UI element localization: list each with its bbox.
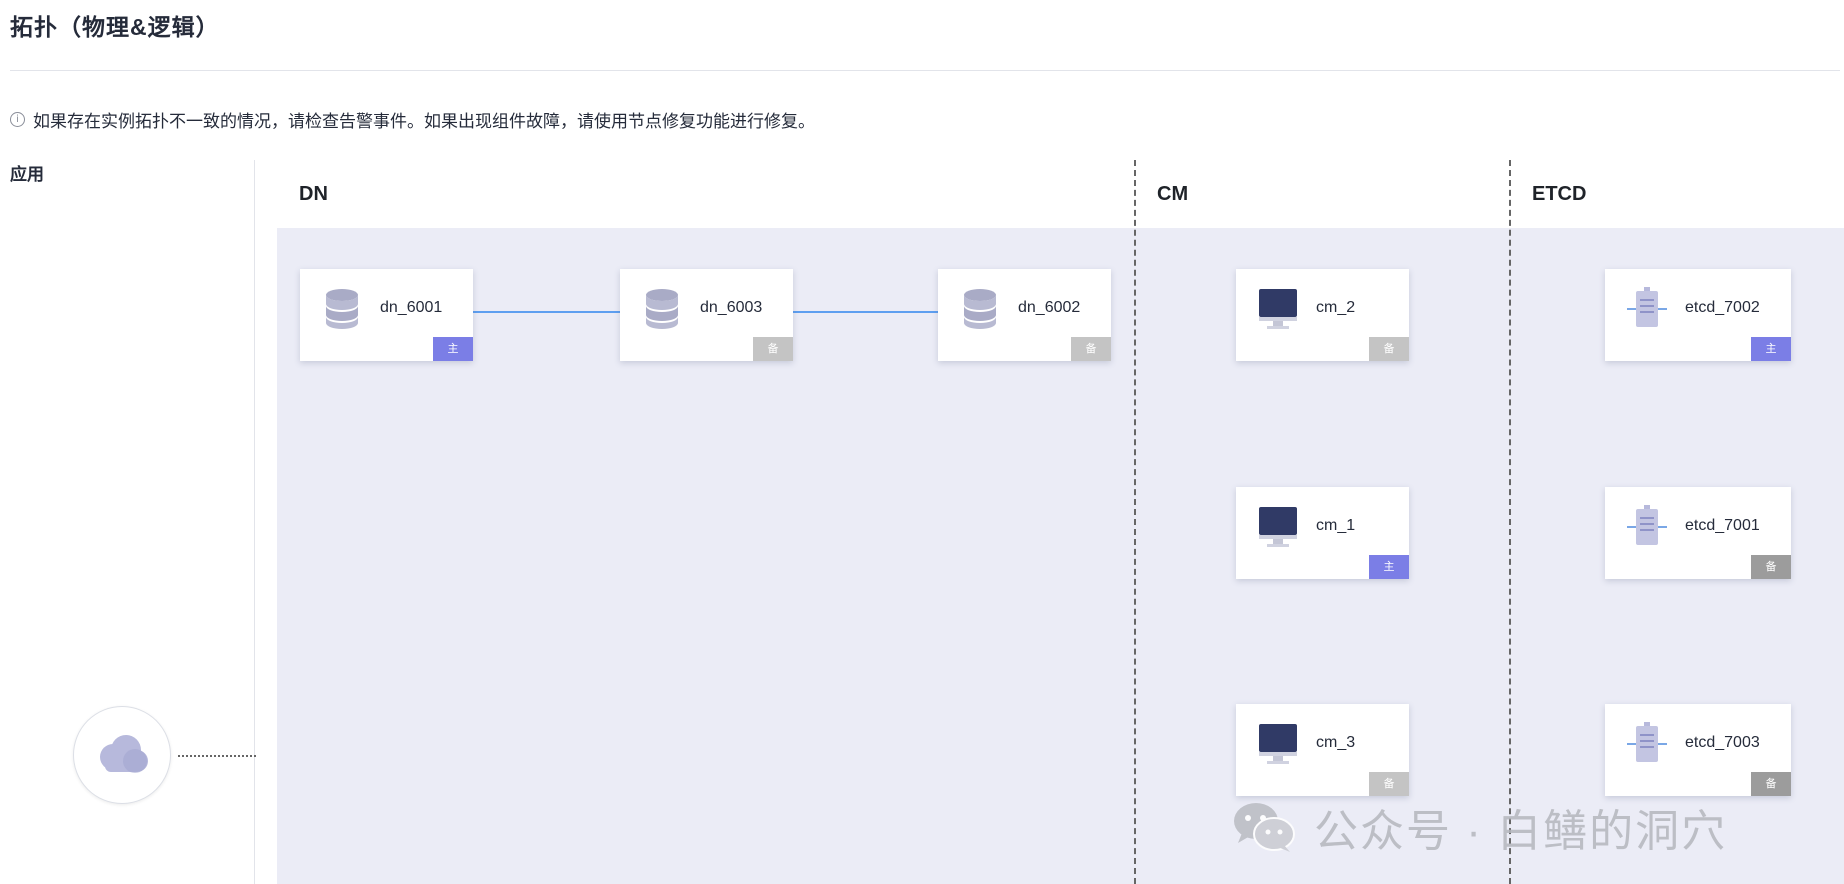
etcd-node-card[interactable]: etcd_7003 备 (1605, 704, 1791, 796)
role-badge-standby: 备 (1751, 772, 1791, 796)
role-badge-primary: 主 (1369, 555, 1409, 579)
cm-node-card[interactable]: cm_3 备 (1236, 704, 1409, 796)
lane-separator-etcd (1509, 160, 1511, 884)
role-badge-standby: 备 (1369, 772, 1409, 796)
info-icon: i (10, 112, 25, 127)
lane-title-cm: CM (1157, 183, 1189, 205)
notice-banner: i 如果存在实例拓扑不一致的情况，请检查告警事件。如果出现组件故障，请使用节点修… (10, 107, 815, 132)
cm-node-card[interactable]: cm_1 主 (1236, 487, 1409, 579)
watermark: 公众号 · 白鳝的洞穴 (1232, 795, 1727, 859)
server-icon (1627, 722, 1667, 762)
cm-node-card[interactable]: cm_2 备 (1236, 269, 1409, 361)
page-title: 拓扑（物理&逻辑） (10, 14, 220, 40)
monitor-icon (1259, 289, 1297, 329)
server-icon (1627, 505, 1667, 545)
node-name: cm_1 (1316, 517, 1356, 534)
wechat-icon (1234, 803, 1295, 852)
role-badge-primary: 主 (433, 337, 473, 361)
monitor-icon (1259, 724, 1297, 764)
dn-node-card[interactable]: dn_6001 主 (300, 269, 473, 361)
node-name: dn_6002 (1018, 299, 1081, 316)
role-badge-primary: 主 (1751, 337, 1791, 361)
server-icon (1627, 287, 1667, 327)
etcd-node-card[interactable]: etcd_7002 主 (1605, 269, 1791, 361)
node-name: cm_2 (1316, 299, 1356, 316)
dn-node-card[interactable]: dn_6003 备 (620, 269, 793, 361)
node-name: etcd_7001 (1685, 517, 1760, 534)
node-name: dn_6001 (380, 299, 443, 316)
dn-node-card[interactable]: dn_6002 备 (938, 269, 1111, 361)
cloud-icon (100, 735, 148, 773)
notice-text: 如果存在实例拓扑不一致的情况，请检查告警事件。如果出现组件故障，请使用节点修复功… (33, 112, 815, 131)
node-name: cm_3 (1316, 734, 1356, 751)
app-section-label: 应用 (10, 165, 44, 184)
database-icon (646, 289, 678, 329)
etcd-node-card[interactable]: etcd_7001 备 (1605, 487, 1791, 579)
database-icon (326, 289, 358, 329)
dn-link-6003-6002 (792, 311, 938, 313)
role-badge-standby: 备 (1071, 337, 1111, 361)
lane-separator-cm (1134, 160, 1136, 884)
lane-title-dn: DN (299, 183, 328, 205)
watermark-text: 公众号 · 白鳝的洞穴 (1314, 807, 1728, 856)
database-icon (964, 289, 996, 329)
app-divider (254, 160, 255, 884)
title-divider (10, 70, 1840, 71)
role-badge-standby: 备 (753, 337, 793, 361)
role-badge-standby: 备 (1751, 555, 1791, 579)
role-badge-standby: 备 (1369, 337, 1409, 361)
app-connection-line (178, 755, 256, 757)
app-node[interactable] (73, 706, 171, 804)
node-name: etcd_7002 (1685, 299, 1760, 316)
dn-link-6001-6003 (473, 311, 620, 313)
monitor-icon (1259, 507, 1297, 547)
lane-title-etcd: ETCD (1532, 183, 1587, 205)
node-name: etcd_7003 (1685, 734, 1760, 751)
node-name: dn_6003 (700, 299, 763, 316)
